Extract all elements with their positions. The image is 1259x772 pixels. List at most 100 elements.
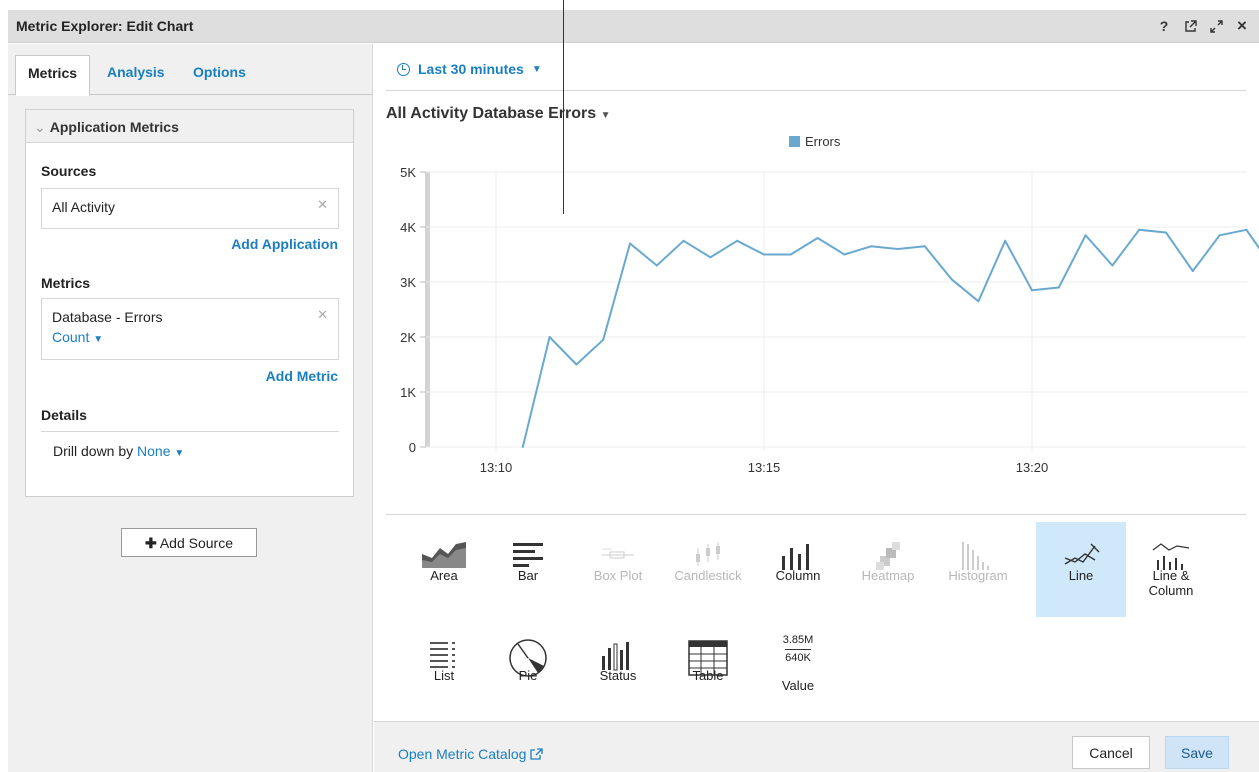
candlestick-icon bbox=[663, 522, 753, 568]
external-link-icon bbox=[530, 746, 543, 762]
chart-type-status[interactable]: Status bbox=[573, 622, 663, 717]
chart-type-line[interactable]: Line & Column bbox=[1126, 522, 1216, 617]
source-field[interactable]: All Activity ✕ bbox=[41, 188, 339, 229]
chart-pane: Last 30 minutes ▼ All Activity Database … bbox=[374, 44, 1259, 772]
chart-type-label: Heatmap bbox=[861, 568, 915, 583]
sources-label: Sources bbox=[41, 163, 97, 179]
expand-icon[interactable] bbox=[1209, 17, 1223, 35]
time-range-dropdown[interactable]: Last 30 minutes ▼ bbox=[397, 61, 542, 77]
x-tick-label: 13:20 bbox=[1016, 460, 1049, 475]
chart-title-dropdown[interactable]: All Activity Database Errors ▼ bbox=[386, 105, 611, 123]
details-label: Details bbox=[41, 407, 87, 423]
remove-source-icon[interactable]: ✕ bbox=[317, 197, 328, 213]
data-point bbox=[709, 256, 712, 259]
tab-metrics[interactable]: Metrics bbox=[15, 55, 91, 96]
chart-type-candlestick: Candlestick bbox=[663, 522, 753, 617]
chart-type-value[interactable]: 3.85M 640K Value bbox=[753, 622, 843, 717]
y-tick-label: 0 bbox=[409, 440, 416, 455]
data-point bbox=[1111, 264, 1114, 267]
chart-type-pie[interactable]: Pie bbox=[483, 622, 573, 717]
bar-chart-icon bbox=[483, 522, 573, 568]
cancel-button[interactable]: Cancel bbox=[1072, 736, 1150, 769]
help-icon[interactable]: ? bbox=[1157, 17, 1171, 35]
data-point bbox=[897, 248, 899, 250]
details-divider bbox=[41, 431, 339, 432]
drill-down-dropdown[interactable]: None bbox=[137, 443, 170, 459]
add-metric-link[interactable]: Add Metric bbox=[266, 368, 338, 384]
chart-type-label: Line & bbox=[1152, 568, 1190, 583]
chart-type-label: List bbox=[433, 668, 455, 683]
chart-type-column[interactable]: Column bbox=[753, 522, 843, 617]
histogram-icon bbox=[933, 522, 1023, 570]
window-controls: ? × bbox=[1157, 16, 1249, 35]
data-point bbox=[548, 336, 551, 338]
y-tick-label: 2K bbox=[400, 330, 416, 345]
area-chart-icon bbox=[399, 522, 489, 568]
data-point bbox=[950, 278, 953, 281]
chart-legend: Errors bbox=[789, 134, 840, 149]
tab-analysis[interactable]: Analysis bbox=[95, 55, 177, 96]
metric-field[interactable]: Database - Errors Count ▼ ✕ bbox=[41, 298, 339, 360]
chart-type-divider bbox=[386, 514, 1246, 515]
tab-options[interactable]: Options bbox=[181, 55, 258, 96]
chart-type-heatmap: Heatmap bbox=[843, 522, 933, 617]
application-metrics-panel: ⌄ Application Metrics Sources All Activit… bbox=[25, 109, 354, 497]
clock-icon bbox=[397, 62, 410, 76]
close-icon[interactable]: × bbox=[1235, 16, 1249, 35]
add-source-button[interactable]: ✚ Add Source bbox=[121, 528, 257, 557]
open-external-icon[interactable] bbox=[1183, 17, 1197, 35]
chart-type-line[interactable]: Line bbox=[1036, 522, 1126, 617]
data-point bbox=[682, 239, 685, 242]
data-point bbox=[521, 446, 524, 448]
legend-label: Errors bbox=[805, 134, 841, 149]
save-button[interactable]: Save bbox=[1165, 736, 1229, 769]
data-point bbox=[870, 245, 873, 248]
metrics-label: Metrics bbox=[41, 275, 91, 291]
chart-type-area[interactable]: Area bbox=[399, 522, 489, 617]
value-sample-bottom: 640K bbox=[785, 649, 811, 667]
data-point bbox=[1057, 286, 1060, 289]
chart-type-list[interactable]: List bbox=[399, 622, 489, 717]
panel-title: Application Metrics bbox=[49, 119, 179, 135]
chart-type-table[interactable]: Table bbox=[663, 622, 753, 717]
chart-type-bar[interactable]: Bar bbox=[483, 522, 573, 617]
tab-bar: Metrics Analysis Options bbox=[8, 44, 372, 96]
remove-metric-icon[interactable]: ✕ bbox=[317, 307, 328, 323]
data-point bbox=[1218, 234, 1221, 237]
source-value: All Activity bbox=[52, 199, 116, 215]
column-chart-icon bbox=[753, 522, 843, 570]
header-divider bbox=[386, 90, 1246, 91]
window-title: Metric Explorer: Edit Chart bbox=[16, 18, 194, 34]
y-tick-label: 5K bbox=[400, 165, 416, 180]
chart-type-label: Pie bbox=[518, 668, 538, 683]
list-icon bbox=[399, 622, 489, 668]
add-application-link[interactable]: Add Application bbox=[231, 236, 338, 252]
legend-swatch bbox=[789, 136, 800, 147]
chart-type-label: Value bbox=[781, 678, 815, 693]
line-chart-icon bbox=[1036, 522, 1126, 568]
chart-type-label: Table bbox=[692, 668, 724, 683]
panel-header[interactable]: ⌄ Application Metrics bbox=[26, 110, 353, 143]
chart-type-histogram: Histogram bbox=[933, 522, 1023, 617]
aggregation-dropdown[interactable]: Count ▼ bbox=[52, 329, 328, 345]
hover-cursor-line bbox=[563, 0, 564, 214]
footer: Open Metric Catalog Cancel Save bbox=[374, 722, 1259, 772]
chart-type-label: Bar bbox=[517, 568, 539, 583]
chart-type-label: Status bbox=[599, 668, 637, 683]
y-tick-label: 4K bbox=[400, 220, 416, 235]
catalog-link-label: Open Metric Catalog bbox=[398, 746, 527, 762]
data-point bbox=[1245, 228, 1248, 231]
data-point bbox=[789, 253, 792, 256]
series-line-errors bbox=[521, 228, 1259, 448]
time-range-label: Last 30 minutes bbox=[418, 61, 524, 77]
pie-chart-icon bbox=[483, 622, 573, 677]
chart-type-label: Candlestick bbox=[674, 568, 742, 583]
data-point bbox=[629, 242, 631, 245]
add-source-label: Add Source bbox=[159, 535, 234, 551]
value-icon: 3.85M 640K bbox=[753, 632, 843, 672]
chart-type-label: Column bbox=[1148, 583, 1194, 598]
data-point bbox=[1031, 289, 1033, 292]
data-point bbox=[977, 300, 980, 303]
open-metric-catalog-link[interactable]: Open Metric Catalog bbox=[398, 746, 543, 762]
caret-down-icon: ▼ bbox=[531, 63, 542, 75]
